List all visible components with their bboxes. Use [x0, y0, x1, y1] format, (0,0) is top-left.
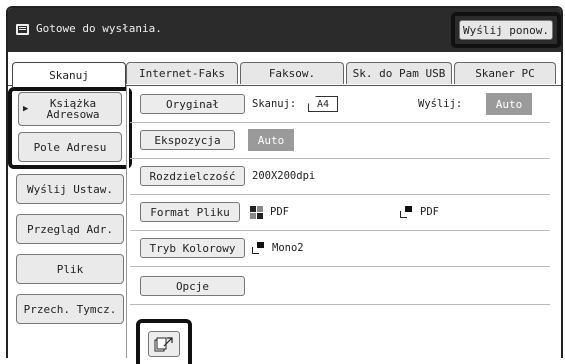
status-message: Gotowe do wysłania.	[36, 22, 162, 35]
address-field-button[interactable]: Pole Adresu	[18, 132, 122, 162]
exposure-button[interactable]: Ekspozycja	[140, 130, 235, 150]
file-button[interactable]: Plik	[16, 254, 124, 284]
bw-grid-icon	[250, 206, 264, 220]
color-corner-icon	[400, 206, 413, 218]
tab-scan-to-usb[interactable]: Sk. do Pam USB	[346, 62, 452, 84]
address-book-button[interactable]: ▶ Książka Adresowa	[18, 92, 122, 126]
message-icon	[16, 24, 29, 35]
triangle-right-icon: ▶	[23, 104, 29, 114]
address-review-button[interactable]: Przegląd Adr.	[16, 214, 124, 244]
color-mode-button[interactable]: Tryb Kolorowy	[140, 238, 245, 258]
resend-button[interactable]: Wyślij ponow.	[459, 20, 553, 40]
options-row: Opcje	[130, 268, 550, 305]
color-mode-value: Mono2	[272, 242, 304, 254]
status-bar: Gotowe do wysłania. Wyślij ponow.	[8, 8, 561, 52]
scan-label: Skanuj:	[252, 98, 297, 110]
options-button[interactable]: Opcje	[140, 276, 245, 296]
bw-format-value: PDF	[270, 206, 289, 218]
resolution-value: 200X200dpi	[252, 170, 316, 182]
tab-pc-scan[interactable]: Skaner PC	[454, 62, 556, 84]
bottom-button-highlight	[136, 319, 192, 364]
exposure-value: Auto	[248, 129, 294, 151]
send-label: Wyślij:	[418, 98, 463, 110]
resolution-row: Rozdzielczość 200X200dpi	[130, 160, 550, 195]
resend-highlight: Wyślij ponow.	[451, 12, 561, 48]
send-settings-button[interactable]: Wyślij Ustaw.	[16, 174, 124, 204]
mode-tabs: Skanuj Internet-Faks Faksow. Sk. do Pam …	[8, 62, 561, 87]
tab-scan[interactable]: Skanuj	[12, 62, 126, 87]
preview-button[interactable]	[148, 331, 180, 357]
resolution-button[interactable]: Rozdzielczość	[140, 166, 245, 186]
tab-internet-fax[interactable]: Internet-Faks	[126, 62, 238, 84]
color-mode-row: Tryb Kolorowy Mono2	[130, 232, 550, 267]
quick-file-button[interactable]: Przech. Tymcz.	[16, 294, 124, 324]
sidebar-divider	[126, 86, 129, 358]
preview-icon	[154, 337, 173, 352]
file-format-button[interactable]: Format Pliku	[140, 202, 240, 222]
original-button[interactable]: Oryginał	[140, 94, 245, 114]
exposure-row: Ekspozycja Auto	[130, 124, 550, 159]
color-mode-icon	[252, 242, 265, 254]
scan-mode-panel: Gotowe do wysłania. Wyślij ponow. Skanuj…	[6, 6, 563, 364]
scan-size-value: A4	[316, 98, 330, 110]
tab-fax[interactable]: Faksow.	[240, 62, 344, 84]
paper-size-icon: A4	[308, 96, 338, 112]
original-row: Oryginał Skanuj: A4 Wyślij: Auto	[130, 88, 550, 123]
file-format-row: Format Pliku PDF PDF	[130, 196, 550, 231]
address-book-label: Książka Adresowa	[46, 97, 100, 121]
send-size-value: Auto	[486, 93, 532, 115]
color-format-value: PDF	[420, 206, 439, 218]
